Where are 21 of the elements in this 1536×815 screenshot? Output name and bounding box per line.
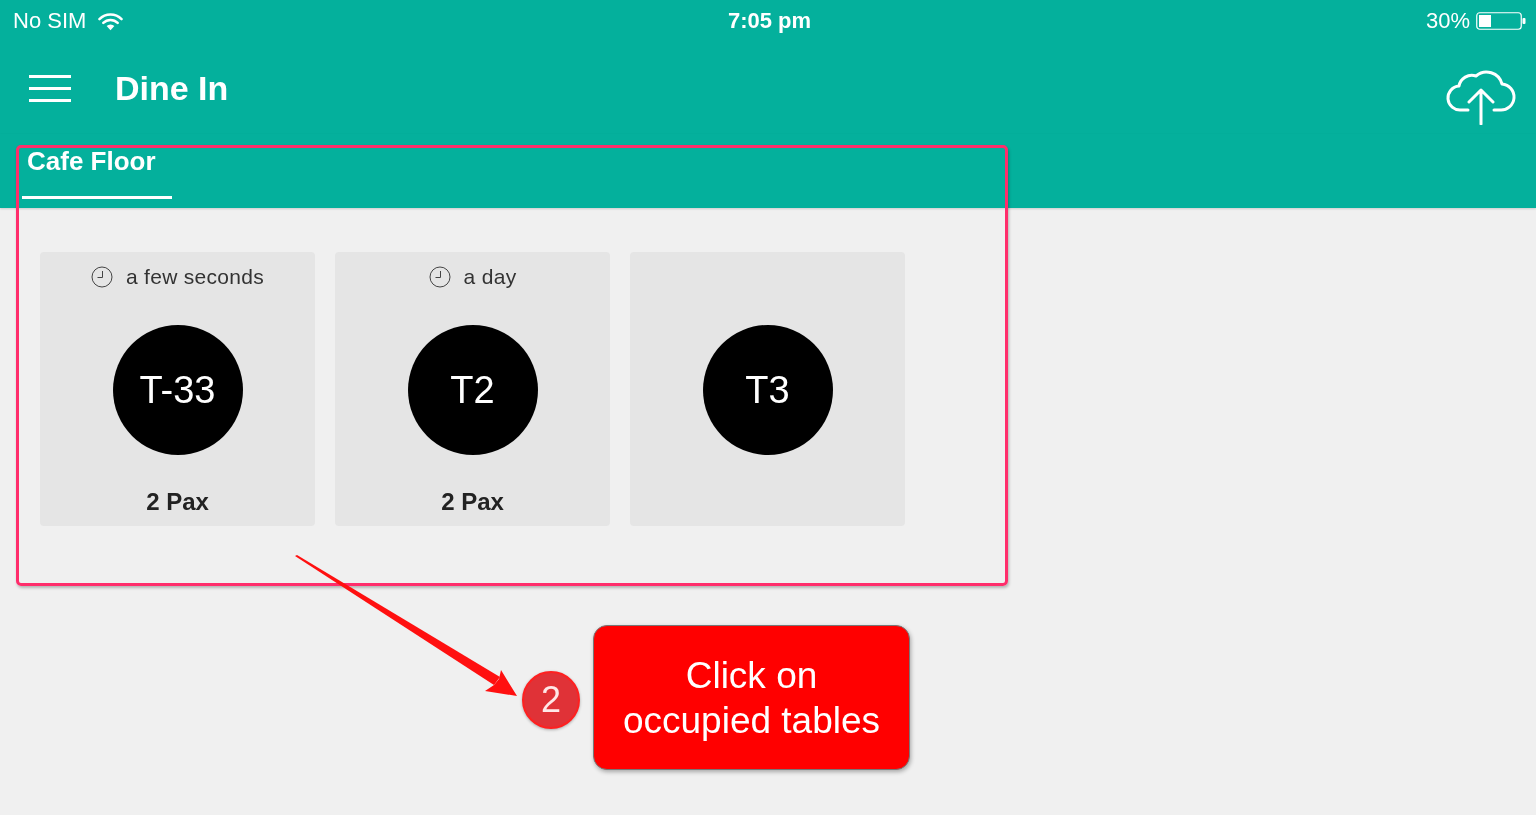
menu-icon[interactable] <box>29 74 71 102</box>
clock-time: 7:05 pm <box>727 8 812 34</box>
clock-icon <box>90 266 113 288</box>
table-card[interactable]: T3 <box>630 252 905 526</box>
table-number: T-33 <box>112 325 243 455</box>
table-card[interactable]: a few seconds T-33 2 Pax <box>40 252 315 526</box>
battery-percent: 30% <box>1425 8 1470 34</box>
table-number: T2 <box>407 325 538 455</box>
wifi-icon <box>98 11 124 31</box>
clock-icon <box>428 266 451 288</box>
step-badge: 2 <box>522 671 580 729</box>
table-card[interactable]: a day T2 2 Pax <box>335 252 610 526</box>
guest-count: 2 Pax <box>146 488 209 516</box>
page-title: Dine In <box>115 68 229 108</box>
elapsed-time: a few seconds <box>125 265 265 289</box>
elapsed-time: a day <box>463 265 517 289</box>
table-number: T3 <box>702 325 833 455</box>
battery-icon <box>1476 12 1526 30</box>
guest-count: 2 Pax <box>441 488 504 516</box>
carrier-label: No SIM <box>13 8 87 34</box>
callout-note: Click on occupied tables <box>593 625 910 770</box>
